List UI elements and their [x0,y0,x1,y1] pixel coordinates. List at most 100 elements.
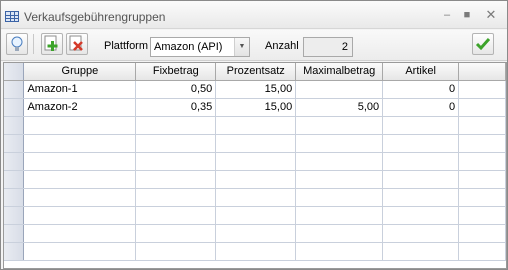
add-button[interactable] [41,33,63,55]
platform-select[interactable]: Amazon (API) ▼ [150,37,250,57]
count-field: 2 [303,37,353,57]
column-header-fixbetrag[interactable]: Fixbetrag [135,63,217,81]
delete-button[interactable] [66,33,88,55]
cell-artikel[interactable]: 0 [382,80,460,99]
row-indicator[interactable] [4,152,25,171]
empty-cell[interactable] [23,188,137,207]
empty-cell[interactable] [135,116,217,135]
minimize-button[interactable]: – [439,7,455,23]
column-header-maximalbetrag[interactable]: Maximalbetrag [295,63,384,81]
empty-cell[interactable] [215,170,297,189]
cell-gruppe[interactable]: Amazon-1 [23,80,137,99]
empty-cell[interactable] [135,170,217,189]
empty-cell[interactable] [23,242,137,261]
table-row-empty[interactable] [4,224,506,243]
empty-cell[interactable] [215,152,297,171]
empty-cell[interactable] [382,206,460,225]
cell-fixbetrag[interactable]: 0,50 [135,80,217,99]
empty-cell[interactable] [215,134,297,153]
table-header: Gruppe Fixbetrag Prozentsatz Maximalbetr… [4,63,506,81]
maximize-button[interactable]: ■ [459,7,475,23]
empty-cell[interactable] [458,206,506,225]
column-header-prozentsatz[interactable]: Prozentsatz [215,63,297,81]
empty-cell[interactable] [458,170,506,189]
row-indicator[interactable] [4,242,25,261]
table-row[interactable]: Amazon-1 0,50 15,00 0 [4,80,506,99]
table-row-empty[interactable] [4,116,506,135]
empty-cell[interactable] [458,134,506,153]
cell-extra[interactable] [458,98,506,117]
empty-cell[interactable] [215,188,297,207]
row-indicator[interactable] [4,80,25,99]
empty-cell[interactable] [135,188,217,207]
table-row-empty[interactable] [4,188,506,207]
add-icon [44,35,58,51]
table-row-empty[interactable] [4,152,506,171]
empty-cell[interactable] [23,206,137,225]
empty-cell[interactable] [458,152,506,171]
empty-cell[interactable] [295,188,384,207]
app-window: Verkaufsgebührengruppen – ■ ✕ Plattform … [0,0,508,270]
empty-cell[interactable] [382,188,460,207]
confirm-button[interactable] [472,33,494,55]
column-header-artikel[interactable]: Artikel [382,63,460,81]
cell-fixbetrag[interactable]: 0,35 [135,98,217,117]
empty-cell[interactable] [23,116,137,135]
empty-cell[interactable] [295,116,384,135]
empty-cell[interactable] [215,224,297,243]
empty-cell[interactable] [295,206,384,225]
empty-cell[interactable] [458,116,506,135]
empty-cell[interactable] [135,152,217,171]
cell-extra[interactable] [458,80,506,99]
cell-maximalbetrag[interactable]: 5,00 [295,98,384,117]
empty-cell[interactable] [458,188,506,207]
empty-cell[interactable] [382,134,460,153]
cell-maximalbetrag[interactable] [295,80,384,99]
chevron-down-icon[interactable]: ▼ [234,38,249,56]
cell-gruppe[interactable]: Amazon-2 [23,98,137,117]
empty-cell[interactable] [215,206,297,225]
column-header-extra[interactable] [458,63,506,81]
table-icon [5,11,19,22]
empty-cell[interactable] [23,134,137,153]
row-indicator[interactable] [4,170,25,189]
row-indicator[interactable] [4,116,25,135]
row-indicator[interactable] [4,206,25,225]
empty-cell[interactable] [295,134,384,153]
help-button[interactable] [6,33,28,55]
empty-cell[interactable] [295,152,384,171]
empty-cell[interactable] [295,224,384,243]
empty-cell[interactable] [135,206,217,225]
close-button[interactable]: ✕ [483,7,499,23]
empty-cell[interactable] [295,242,384,261]
row-indicator[interactable] [4,224,25,243]
empty-cell[interactable] [135,242,217,261]
empty-cell[interactable] [458,224,506,243]
table-row-empty[interactable] [4,242,506,261]
empty-cell[interactable] [23,152,137,171]
empty-cell[interactable] [382,116,460,135]
empty-cell[interactable] [295,170,384,189]
empty-cell[interactable] [23,224,137,243]
cell-prozentsatz[interactable]: 15,00 [215,98,297,117]
column-header-gruppe[interactable]: Gruppe [23,63,137,81]
table-row-empty[interactable] [4,206,506,225]
cell-artikel[interactable]: 0 [382,98,460,117]
table-row-empty[interactable] [4,134,506,153]
table-row-empty[interactable] [4,170,506,189]
empty-cell[interactable] [23,170,137,189]
row-indicator[interactable] [4,188,25,207]
empty-cell[interactable] [458,242,506,261]
empty-cell[interactable] [382,224,460,243]
cell-prozentsatz[interactable]: 15,00 [215,80,297,99]
empty-cell[interactable] [135,134,217,153]
empty-cell[interactable] [215,116,297,135]
empty-cell[interactable] [382,152,460,171]
empty-cell[interactable] [215,242,297,261]
table-row[interactable]: Amazon-2 0,35 15,00 5,00 0 [4,98,506,117]
empty-cell[interactable] [382,242,460,261]
empty-cell[interactable] [135,224,217,243]
row-indicator[interactable] [4,98,25,117]
row-indicator[interactable] [4,134,25,153]
empty-cell[interactable] [382,170,460,189]
